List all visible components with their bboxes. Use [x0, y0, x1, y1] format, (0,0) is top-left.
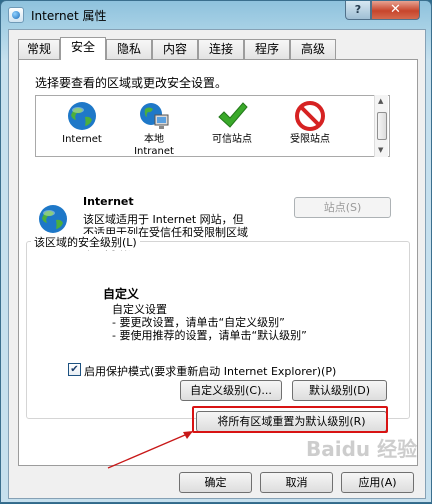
tab-security[interactable]: 安全 [60, 37, 106, 60]
internet-properties-window: Internet 属性 ? ✕ 常规 安全 隐私 内容 连接 程序 高级 选择要… [0, 0, 432, 503]
annotation-arrow [107, 431, 193, 469]
baidu-watermark: Baidu 经验 [306, 437, 418, 461]
